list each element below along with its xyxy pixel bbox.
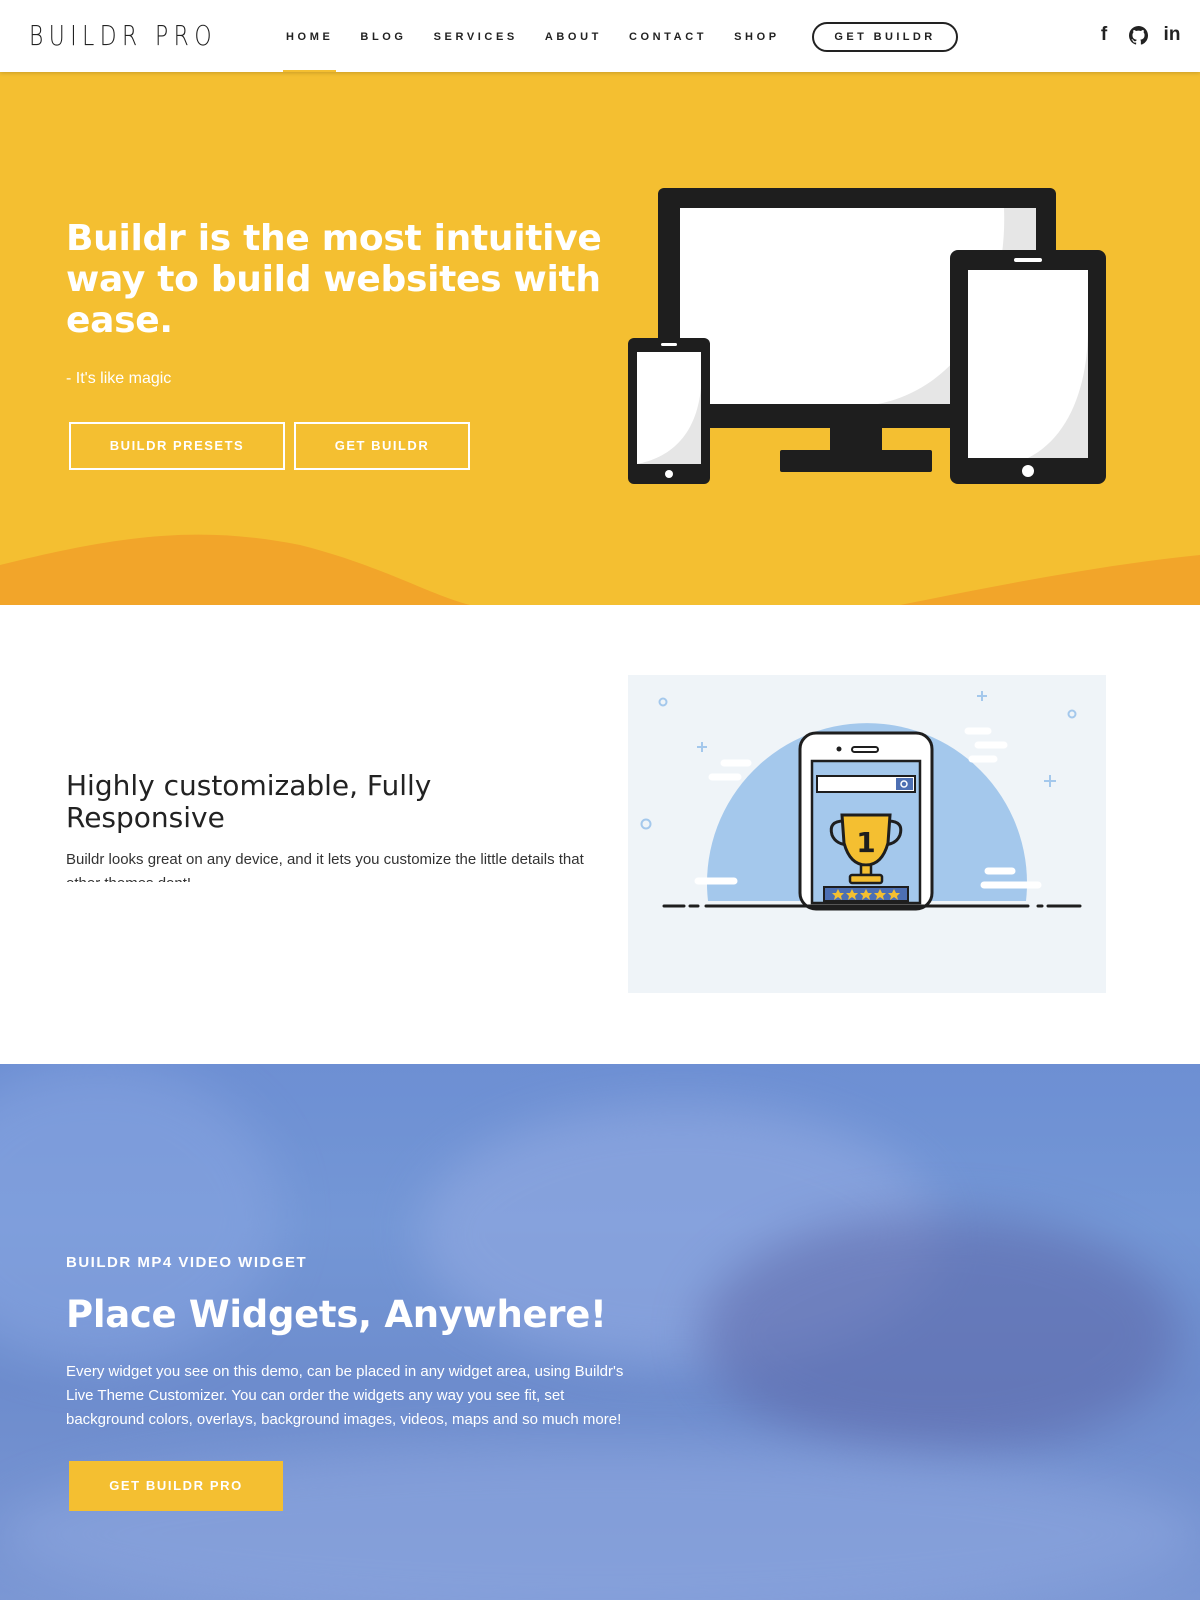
- linkedin-icon[interactable]: in: [1162, 24, 1182, 46]
- video-widget-section: BUILDR MP4 VIDEO WIDGET Place Widgets, A…: [0, 1064, 1200, 1600]
- nav-about[interactable]: ABOUT: [545, 0, 602, 72]
- video-widget-title: Place Widgets, Anywhere!: [66, 1293, 607, 1336]
- feature-illustration: 1: [628, 675, 1106, 993]
- nav-blog[interactable]: BLOG: [360, 0, 406, 72]
- social-links: f in: [1094, 24, 1182, 46]
- hero-tagline: - It's like magic: [66, 370, 172, 387]
- feature-text: Buildr looks great on any device, and it…: [66, 851, 584, 882]
- get-buildr-pro-button[interactable]: GET BUILDR PRO: [69, 1461, 283, 1511]
- hero-title: Buildr is the most intuitive way to buil…: [66, 218, 602, 341]
- site-logo[interactable]: BUILDR PRO: [29, 18, 217, 54]
- hero-wave-decoration: [0, 534, 1200, 605]
- facebook-icon[interactable]: f: [1094, 24, 1114, 46]
- nav-contact[interactable]: CONTACT: [629, 0, 707, 72]
- get-buildr-hero-button[interactable]: GET BUILDR: [294, 422, 470, 470]
- video-background-hand: [700, 1214, 1180, 1454]
- nav-shop[interactable]: SHOP: [734, 0, 780, 72]
- site-header: BUILDR PRO HOME BLOG SERVICES ABOUT CONT…: [0, 0, 1200, 72]
- get-buildr-nav-button[interactable]: GET BUILDR: [812, 22, 958, 52]
- github-icon[interactable]: [1128, 24, 1148, 46]
- trophy-phone-icon: 1: [640, 691, 1082, 911]
- devices-icon: [628, 188, 1106, 484]
- feature-title: Highly customizable, Fully Responsive: [66, 769, 432, 834]
- video-widget-label: BUILDR MP4 VIDEO WIDGET: [66, 1254, 308, 1271]
- buildr-presets-button[interactable]: BUILDR PRESETS: [69, 422, 285, 470]
- hero-section: Buildr is the most intuitive way to buil…: [0, 72, 1200, 605]
- nav-home[interactable]: HOME: [282, 0, 337, 72]
- trophy-rank-label: 1: [856, 826, 875, 859]
- video-widget-text: Every widget you see on this demo, can b…: [66, 1363, 624, 1428]
- main-nav: HOME BLOG SERVICES ABOUT CONTACT SHOP: [272, 0, 793, 72]
- nav-services[interactable]: SERVICES: [434, 0, 518, 72]
